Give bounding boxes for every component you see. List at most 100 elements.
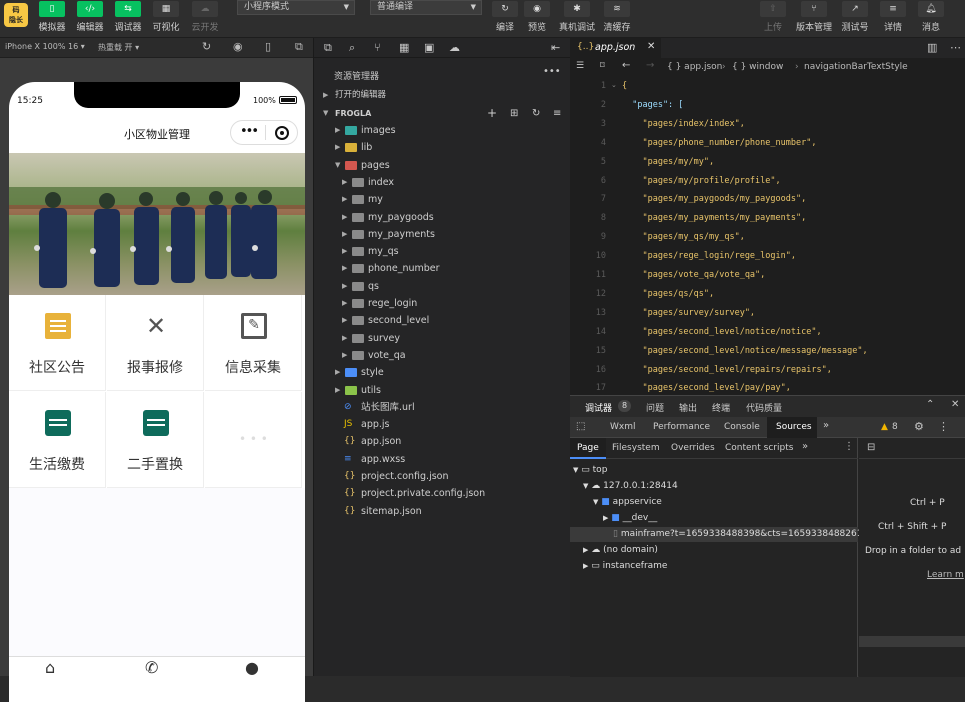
tree-item[interactable]: ▶ my_payments <box>314 226 571 243</box>
chevron-up-icon[interactable]: ⌃ <box>926 399 934 410</box>
code-line[interactable]: "pages/qs/qs", <box>622 289 714 299</box>
hot-reload-select[interactable]: 热重载 开 ▾ <box>98 42 139 53</box>
subtab-content-scripts[interactable]: Content scripts <box>725 443 793 453</box>
version-button[interactable]: ⑂ 版本管理 <box>794 0 834 38</box>
tree-item[interactable]: ▶ images <box>314 122 571 139</box>
breadcrumb-file[interactable]: { } app.json <box>667 62 722 72</box>
tab-output[interactable]: 输出 <box>679 401 697 414</box>
more-icon[interactable]: ••• <box>543 66 561 77</box>
editor-button[interactable]: ‹/› 编辑器 <box>70 0 110 38</box>
test-account-button[interactable]: ↗ 测试号 <box>835 0 875 38</box>
tree-item[interactable]: ▶ index <box>314 174 571 191</box>
tree-host[interactable]: ▼ ☁ 127.0.0.1:28414 <box>583 481 678 491</box>
tree-item[interactable]: {} app.json <box>314 433 571 450</box>
tree-item[interactable]: {} sitemap.json <box>314 503 571 520</box>
grid-item-payment[interactable]: 生活缴费 <box>9 392 106 488</box>
code-line[interactable]: "pages/phone_number/phone_number", <box>622 138 816 148</box>
code-line[interactable]: "pages/my/profile/profile", <box>622 176 780 186</box>
compile-select[interactable]: 普通编译 ▼ <box>370 0 482 15</box>
grid-item-secondhand[interactable]: 二手置换 <box>107 392 204 488</box>
reload-icon[interactable]: ↻ <box>202 40 211 53</box>
tree-item[interactable]: ▶ my_paygoods <box>314 209 571 226</box>
tree-item[interactable]: ▶ rege_login <box>314 295 571 312</box>
debug-panel-icon[interactable]: ▣ <box>424 41 434 54</box>
upload-button[interactable]: ⇧ 上传 <box>753 0 793 38</box>
details-button[interactable]: ≡ 详情 <box>873 0 913 38</box>
close-icon[interactable]: ✕ <box>951 399 959 410</box>
capsule-menu[interactable]: ••• <box>230 120 298 145</box>
bookmark-icon[interactable]: ⌑ <box>600 61 605 71</box>
subtab-filesystem[interactable]: Filesystem <box>612 443 660 453</box>
git-icon[interactable]: ⑂ <box>374 41 381 54</box>
code-line[interactable]: "pages/my_qs/my_qs", <box>622 232 744 242</box>
tab-issues[interactable]: 问题 <box>646 401 664 414</box>
kebab-icon[interactable]: ⋮ <box>844 441 854 452</box>
cloud-button[interactable]: ☁ 云开发 <box>185 0 225 38</box>
tab-debugger[interactable]: 调试器 <box>585 401 612 414</box>
debugger-button[interactable]: ⇆ 调试器 <box>108 0 148 38</box>
subtab-overrides[interactable]: Overrides <box>671 443 715 453</box>
grid-item-notice[interactable]: 社区公告 <box>9 295 106 391</box>
code-line[interactable]: "pages/index/index", <box>622 119 744 129</box>
more-icon[interactable]: ••• <box>240 124 259 139</box>
code-line[interactable]: "pages/my_paygoods/my_paygoods", <box>622 194 806 204</box>
messages-button[interactable]: 🔔︎ 消息 <box>911 0 951 38</box>
more-tabs-icon[interactable]: » <box>802 441 808 452</box>
home-icon[interactable]: ⌂ <box>45 658 55 677</box>
tree-item[interactable]: ▶ style <box>314 364 571 381</box>
new-file-icon[interactable]: + <box>487 105 497 122</box>
tree-item[interactable]: {} project.private.config.json <box>314 485 571 502</box>
collapse-all-icon[interactable]: ≡ <box>553 105 561 122</box>
tree-item[interactable]: ⊘ 站长图库.url <box>314 399 571 416</box>
user-icon[interactable]: ● <box>245 658 259 677</box>
preview-button[interactable]: ◉ 预览 <box>517 0 557 38</box>
kebab-icon[interactable]: ⋮ <box>938 420 949 433</box>
panel-console[interactable]: Console <box>724 422 760 432</box>
tree-item[interactable]: ▶ phone_number <box>314 260 571 277</box>
collapse-icon[interactable]: ⇤ <box>551 41 560 54</box>
code-line[interactable]: "pages/second_level/notice/notice", <box>622 327 821 337</box>
panel-sources[interactable]: Sources <box>776 422 812 432</box>
tree-item[interactable]: ▶ second_level <box>314 312 571 329</box>
inspect-icon[interactable]: ⬚ <box>576 421 585 432</box>
tree-item[interactable]: ▶ qs <box>314 278 571 295</box>
open-editors-header[interactable]: ▶ 打开的编辑器 <box>314 87 571 104</box>
tree-top[interactable]: ▼ ▭ top <box>573 465 607 475</box>
close-icon[interactable]: ✕ <box>647 41 655 52</box>
panel-wxml[interactable]: Wxml <box>610 422 636 432</box>
tree-item[interactable]: ≡ app.wxss <box>314 451 571 468</box>
more-icon[interactable]: ⋯ <box>950 41 961 54</box>
tab-code-quality[interactable]: 代码质量 <box>746 401 782 414</box>
search-icon[interactable]: ⌕ <box>349 41 355 55</box>
real-debug-button[interactable]: ✱ 真机调试 <box>557 0 597 38</box>
tree-item[interactable]: ▶ utils <box>314 382 571 399</box>
popout-icon[interactable]: ⧉ <box>295 40 303 54</box>
tree-dev[interactable]: ▶ ■ __dev__ <box>603 513 657 523</box>
tree-no-domain[interactable]: ▶ ☁ (no domain) <box>583 545 658 555</box>
tree-appservice[interactable]: ▼ ■ appservice <box>593 497 662 507</box>
tree-item[interactable]: ▶ survey <box>314 330 571 347</box>
tree-item[interactable]: ▶ lib <box>314 139 571 156</box>
banner-image[interactable] <box>9 153 305 295</box>
code-line[interactable]: "pages": [ <box>622 100 683 110</box>
toggle-navigator-icon[interactable]: ⊟ <box>867 442 875 453</box>
fold-icon[interactable]: ⌄ <box>611 81 617 89</box>
files-icon[interactable]: ⧉ <box>324 41 332 55</box>
extensions-icon[interactable]: ▦ <box>399 41 409 54</box>
tree-instanceframe[interactable]: ▶ ▭ instanceframe <box>583 561 667 571</box>
cloud-panel-icon[interactable]: ☁ <box>449 41 460 54</box>
tree-item[interactable]: JS app.js <box>314 416 571 433</box>
panel-performance[interactable]: Performance <box>653 422 710 432</box>
new-folder-icon[interactable]: ⊞ <box>510 105 518 122</box>
refresh-icon[interactable]: ↻ <box>532 105 540 122</box>
tree-item[interactable]: {} project.config.json <box>314 468 571 485</box>
learn-more-link[interactable]: Learn m <box>927 570 964 580</box>
tree-item[interactable]: ▼ pages <box>314 157 571 174</box>
grid-item-collect[interactable]: ✎ 信息采集 <box>205 295 302 391</box>
breadcrumb-key[interactable]: navigationBarTextStyle <box>804 62 908 72</box>
subtab-page[interactable]: Page <box>577 443 599 453</box>
forward-icon[interactable]: → <box>646 60 654 71</box>
project-header[interactable]: ▼ FROGLA + ⊞ ↻ ≡ <box>314 105 571 122</box>
tree-item[interactable]: ▶ my <box>314 191 571 208</box>
editor-tab[interactable]: {..} app.json ✕ <box>570 38 661 58</box>
